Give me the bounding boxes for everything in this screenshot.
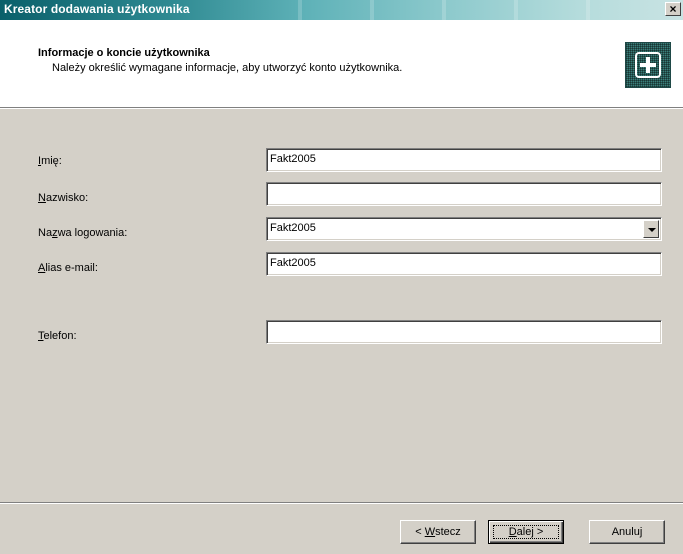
email-alias-value: Fakt2005 xyxy=(270,257,316,269)
last-name-label: Nazwisko: xyxy=(38,192,89,204)
back-button[interactable]: < Wstecz xyxy=(400,520,476,544)
header-title: Informacje o koncie użytkownika xyxy=(38,47,210,59)
first-name-label: Imię: xyxy=(38,155,62,167)
title-bar[interactable]: Kreator dodawania użytkownika × xyxy=(0,0,683,20)
footer-separator xyxy=(0,502,683,504)
login-name-label: Nazwa logowania: xyxy=(38,227,128,239)
window-title: Kreator dodawania użytkownika xyxy=(4,2,190,16)
users-wizard-icon xyxy=(625,42,671,88)
close-icon: × xyxy=(669,2,677,16)
next-button[interactable]: Dalej > xyxy=(488,520,564,544)
chevron-down-icon[interactable] xyxy=(643,220,659,238)
wizard-header: Informacje o koncie użytkownika Należy o… xyxy=(0,20,683,107)
close-button[interactable]: × xyxy=(665,2,681,16)
phone-label: Telefon: xyxy=(38,330,77,342)
first-name-value: Fakt2005 xyxy=(270,153,316,165)
login-name-combobox[interactable]: Fakt2005 xyxy=(266,217,662,241)
phone-field[interactable] xyxy=(266,320,662,344)
login-name-value: Fakt2005 xyxy=(270,222,316,234)
last-name-field[interactable] xyxy=(266,182,662,206)
title-bar-decoration xyxy=(230,0,653,20)
email-alias-label: Alias e-mail: xyxy=(38,262,98,274)
header-separator xyxy=(0,107,683,109)
header-subtitle: Należy określić wymagane informacje, aby… xyxy=(52,62,403,74)
cancel-button[interactable]: Anuluj xyxy=(589,520,665,544)
email-alias-field[interactable]: Fakt2005 xyxy=(266,252,662,276)
first-name-field[interactable]: Fakt2005 xyxy=(266,148,662,172)
